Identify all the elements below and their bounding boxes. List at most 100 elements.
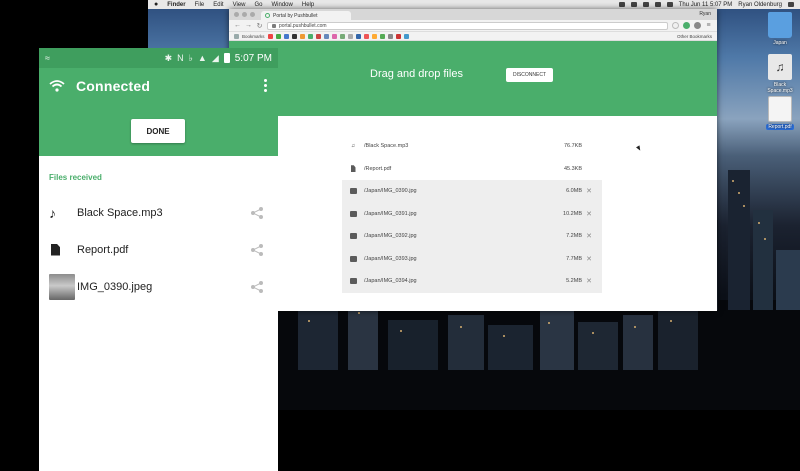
image-thumbnail xyxy=(49,273,75,300)
bookmark-icon[interactable] xyxy=(331,33,337,39)
image-icon xyxy=(349,210,357,217)
apple-menu-icon[interactable]: ● xyxy=(154,1,158,8)
forward-arrow-icon[interactable]: → xyxy=(245,22,252,29)
star-bookmark-icon[interactable] xyxy=(672,22,679,29)
bookmark-icon[interactable] xyxy=(315,33,321,39)
menubar-app-name[interactable]: Finder xyxy=(167,2,185,8)
pushbullet-extension-icon[interactable] xyxy=(683,22,690,29)
desktop-icon-japan[interactable]: Japan xyxy=(762,12,798,46)
bookmark-icon[interactable] xyxy=(363,33,369,39)
received-file-item[interactable]: ♪ Black Space.mp3 xyxy=(39,194,278,231)
audio-file-icon: ♫ xyxy=(768,54,792,80)
pdf-file-icon xyxy=(768,96,792,122)
bookmark-icon[interactable] xyxy=(307,33,313,39)
cell-signal-icon: ◢ xyxy=(211,52,219,63)
received-file-item[interactable]: Report.pdf xyxy=(39,231,278,268)
bluetooth-icon: ✱ xyxy=(164,52,173,63)
mouse-cursor-icon xyxy=(636,145,642,152)
folder-icon xyxy=(768,12,792,38)
share-icon[interactable] xyxy=(250,243,264,257)
bookmark-icon[interactable] xyxy=(379,33,385,39)
disconnect-button[interactable]: DISCONNECT xyxy=(506,68,553,82)
document-icon xyxy=(51,243,60,256)
browser-profile-name[interactable]: Ryan xyxy=(699,11,711,17)
bookmark-icon[interactable] xyxy=(283,33,289,39)
status-item-icon[interactable] xyxy=(630,2,637,7)
done-button[interactable]: DONE xyxy=(131,119,185,143)
overflow-menu-icon[interactable] xyxy=(264,79,268,92)
desktop-icon-label: Japan xyxy=(773,40,787,46)
music-note-icon: ♪ xyxy=(49,204,56,221)
bookmark-icon[interactable] xyxy=(339,33,345,39)
bookmark-icon[interactable] xyxy=(395,33,401,39)
battery-icon[interactable] xyxy=(666,2,673,7)
file-name: /Japan/IMG_0391.jpg xyxy=(364,210,417,217)
bookmark-icon[interactable] xyxy=(275,33,281,39)
file-size: 7.2MB xyxy=(566,233,582,240)
desktop-icon-report[interactable]: Report.pdf xyxy=(762,96,798,130)
menubar-view[interactable]: View xyxy=(233,2,246,8)
close-window-icon[interactable] xyxy=(234,12,239,17)
file-row: ♫ /Black Space.mp3 76.7KB xyxy=(342,135,602,158)
android-status-bar: ≈ ✱ N ♭ ▲ ◢ 5:07 PM xyxy=(39,48,278,68)
file-size: 6.0MB xyxy=(566,188,582,195)
notification-icon: ≈ xyxy=(45,53,50,63)
remove-file-icon[interactable]: ✕ xyxy=(582,187,596,195)
received-file-name: Black Space.mp3 xyxy=(77,206,163,219)
document-icon xyxy=(350,165,356,173)
android-screen: ≈ ✱ N ♭ ▲ ◢ 5:07 PM Connected DONE Files… xyxy=(39,48,278,471)
portal-title: Drag and drop files xyxy=(370,68,463,80)
mute-icon: ♭ xyxy=(188,52,193,63)
volume-icon[interactable] xyxy=(654,2,661,7)
menubar-file[interactable]: File xyxy=(195,2,205,8)
browser-window: Portal by Pushbullet Ryan ← → ↻ portal.p… xyxy=(229,9,717,311)
desktop-icon-black-space[interactable]: ♫ Black Space.mp3 xyxy=(762,54,798,94)
bookmark-icon[interactable] xyxy=(267,33,273,39)
wifi-signal-icon: ▲ xyxy=(197,53,207,63)
bookmark-icon[interactable] xyxy=(387,33,393,39)
battery-icon xyxy=(223,53,230,63)
wifi-icon[interactable] xyxy=(642,2,649,7)
remove-file-icon[interactable]: ✕ xyxy=(582,210,596,218)
back-arrow-icon[interactable]: ← xyxy=(234,22,241,29)
bookmark-icon[interactable] xyxy=(347,33,353,39)
menubar-clock[interactable]: Thu Jun 11 5:07 PM xyxy=(679,2,733,8)
received-file-item[interactable]: IMG_0390.jpeg xyxy=(39,268,278,305)
bookmark-icon[interactable] xyxy=(291,33,297,39)
bookmark-icon[interactable] xyxy=(403,33,409,39)
share-icon[interactable] xyxy=(250,280,264,294)
browser-tab-portal[interactable]: Portal by Pushbullet xyxy=(261,11,351,20)
extension-icon[interactable] xyxy=(694,22,701,29)
file-size: 5.2MB xyxy=(566,278,582,285)
bookmark-icon[interactable] xyxy=(323,33,329,39)
other-bookmarks[interactable]: Other Bookmarks xyxy=(677,34,712,39)
bookmark-icon[interactable] xyxy=(299,33,305,39)
remove-file-icon[interactable]: ✕ xyxy=(582,232,596,240)
status-item-icon[interactable] xyxy=(618,2,625,7)
file-size: 45.3KB xyxy=(563,165,582,172)
pushbullet-favicon-icon xyxy=(265,13,270,18)
portal-drop-area[interactable]: ♫ /Black Space.mp3 76.7KB /Report.pdf 45… xyxy=(229,116,717,311)
bookmark-icon[interactable] xyxy=(355,33,361,39)
zoom-window-icon[interactable] xyxy=(250,12,255,17)
search-icon[interactable] xyxy=(788,2,794,7)
share-icon[interactable] xyxy=(250,206,264,220)
file-name: /Black Space.mp3 xyxy=(364,143,409,150)
reload-icon[interactable]: ↻ xyxy=(256,22,263,30)
menubar-help[interactable]: Help xyxy=(302,2,314,8)
bookmark-icon[interactable] xyxy=(371,33,377,39)
remove-file-icon[interactable]: ✕ xyxy=(582,277,596,285)
menubar-edit[interactable]: Edit xyxy=(213,2,223,8)
menubar-window[interactable]: Window xyxy=(272,2,293,8)
remove-file-icon[interactable]: ✕ xyxy=(582,255,596,263)
file-row: /Japan/IMG_0393.jpg 7.7MB ✕ xyxy=(342,247,602,270)
menu-icon[interactable]: ≡ xyxy=(705,22,712,29)
apps-icon[interactable] xyxy=(234,33,239,39)
menubar-user[interactable]: Ryan Oldenburg xyxy=(738,2,782,8)
transfer-file-list: ♫ /Black Space.mp3 76.7KB /Report.pdf 45… xyxy=(342,135,602,293)
bookmarks-label[interactable]: Bookmarks xyxy=(242,34,265,39)
minimize-window-icon[interactable] xyxy=(242,12,247,17)
address-bar[interactable]: portal.pushbullet.com xyxy=(267,21,668,30)
file-row: /Japan/IMG_0394.jpg 5.2MB ✕ xyxy=(342,270,602,293)
menubar-go[interactable]: Go xyxy=(255,2,263,8)
